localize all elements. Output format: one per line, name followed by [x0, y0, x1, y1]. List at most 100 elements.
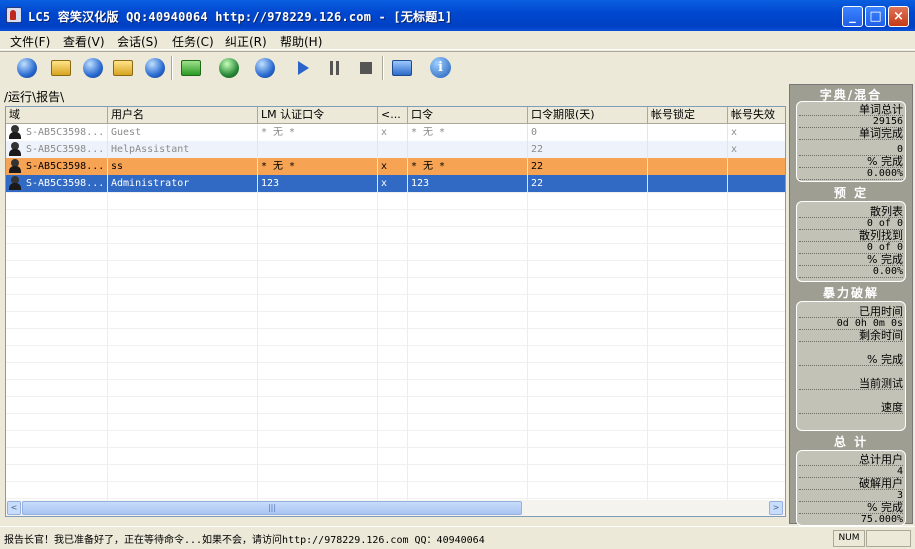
hash-found-label: 散列找到: [799, 230, 903, 242]
menu-bar: 文件(F) 查看(V) 会话(S) 任务(C) 纠正(R) 帮助(H): [0, 31, 915, 50]
cell-lm-password: * 无 *: [258, 158, 378, 175]
menu-remediate[interactable]: 纠正(R): [225, 33, 267, 50]
dict-box: 单词总计 29156 单词完成 0 % 完成 0.000%: [796, 101, 906, 182]
close-button[interactable]: ×: [888, 6, 909, 27]
precomp-header: 预 定: [833, 186, 869, 200]
menu-help[interactable]: 帮助(H): [280, 33, 322, 50]
view-tabs: /运行\报告\: [4, 88, 65, 105]
brute-header: 暴力破解: [822, 286, 879, 300]
tab-run[interactable]: 运行: [8, 88, 32, 105]
scroll-right-button[interactable]: >: [769, 501, 783, 515]
info-icon[interactable]: i: [427, 55, 453, 81]
menu-view[interactable]: 查看(V): [63, 33, 105, 50]
words-total-label: 单词总计: [799, 104, 903, 116]
precomp-pct-value: 0.00%: [799, 266, 903, 278]
remaining-label: 剩余时间: [799, 330, 903, 342]
cell-lm-less: x: [378, 175, 408, 192]
scroll-left-button[interactable]: <: [7, 501, 21, 515]
summary-pct-label: % 完成: [799, 502, 903, 514]
application-window: LC5 容笑汉化版 QQ:40940064 http://978229.126.…: [0, 0, 915, 549]
horizontal-scrollbar[interactable]: < ||| >: [6, 500, 785, 516]
col-username[interactable]: 用户名: [108, 107, 258, 124]
import-folder-icon[interactable]: [110, 55, 136, 81]
cell-locked: [648, 124, 728, 141]
cell-password: * 无 *: [408, 124, 528, 141]
elapsed-label: 已用时间: [799, 306, 903, 318]
cell-password-age: 22: [528, 175, 648, 192]
dict-pct-label: % 完成: [799, 156, 903, 168]
new-session-icon[interactable]: [14, 55, 40, 81]
cell-lm-less: x: [378, 124, 408, 141]
table-row[interactable]: S-AB5C3598... HelpAssistant 22 x: [6, 141, 785, 158]
table-row[interactable]: S-AB5C3598... Guest * 无 * x * 无 * 0 x: [6, 124, 785, 141]
maximize-button[interactable]: □: [865, 6, 886, 27]
play-icon[interactable]: [290, 55, 316, 81]
table-row[interactable]: S-AB5C3598... Administrator 123 x 123 22: [6, 175, 785, 192]
col-locked[interactable]: 帐号锁定: [648, 107, 728, 124]
window-title: LC5 容笑汉化版 QQ:40940064 http://978229.126.…: [28, 10, 453, 24]
status-message: 报告长官！我已准备好了，正在等待命令...如果不会，请访问http://9782…: [4, 535, 485, 546]
cell-password: 123: [408, 175, 528, 192]
scroll-thumb[interactable]: |||: [22, 501, 522, 515]
precomp-pct-label: % 完成: [799, 254, 903, 266]
col-password-age[interactable]: 口令期限(天): [528, 107, 648, 124]
cell-lm-less: [378, 141, 408, 158]
summary-header: 总 计: [833, 435, 869, 449]
num-lock-indicator: NUM: [833, 530, 865, 547]
summary-pct-value: 75.000%: [799, 514, 903, 525]
cell-password: [408, 141, 528, 158]
cell-domain: S-AB5C3598...: [6, 141, 108, 158]
menu-file[interactable]: 文件(F): [10, 33, 50, 50]
cell-domain: S-AB5C3598...: [6, 175, 108, 192]
brute-pct-label: % 完成: [799, 354, 903, 366]
cell-password-age: 22: [528, 141, 648, 158]
stop-icon[interactable]: [353, 55, 379, 81]
open-folder-icon[interactable]: [48, 55, 74, 81]
col-lm-less[interactable]: <...: [378, 107, 408, 124]
cell-lm-password: [258, 141, 378, 158]
download-arrow-icon[interactable]: [252, 55, 278, 81]
col-password[interactable]: 口令: [408, 107, 528, 124]
flag-icon[interactable]: [178, 55, 204, 81]
close-session-icon[interactable]: [80, 55, 106, 81]
cell-username: HelpAssistant: [108, 141, 258, 158]
dict-header: 字典/混合: [819, 88, 883, 102]
words-done-label: 单词完成: [799, 128, 903, 140]
cell-locked: [648, 158, 728, 175]
accounts-table: 域 用户名 LM 认证口令 <... 口令 口令期限(天) 帐号锁定 帐号失效 …: [5, 106, 786, 517]
minimize-button[interactable]: _: [842, 6, 863, 27]
table-row[interactable]: S-AB5C3598... ss * 无 * x * 无 * 22: [6, 158, 785, 175]
cell-locked: [648, 141, 728, 158]
menu-session[interactable]: 会话(S): [117, 33, 158, 50]
cell-disabled: x: [728, 124, 785, 141]
report-icon[interactable]: [389, 55, 415, 81]
tree-icon[interactable]: [216, 55, 242, 81]
upload-icon[interactable]: [142, 55, 168, 81]
summary-box: 总计用户 4 破解用户 3 % 完成 75.000%: [796, 450, 906, 526]
cell-lm-password: 123: [258, 175, 378, 192]
menu-task[interactable]: 任务(C): [172, 33, 214, 50]
status-bar: 报告长官！我已准备好了，正在等待命令...如果不会，请访问http://9782…: [0, 526, 915, 549]
speed-label: 速度: [799, 402, 903, 414]
cell-password-age: 22: [528, 158, 648, 175]
table-header: 域 用户名 LM 认证口令 <... 口令 口令期限(天) 帐号锁定 帐号失效: [6, 107, 785, 124]
total-users-label: 总计用户: [799, 454, 903, 466]
col-lm-password[interactable]: LM 认证口令: [258, 107, 378, 124]
title-bar[interactable]: LC5 容笑汉化版 QQ:40940064 http://978229.126.…: [0, 0, 915, 31]
cell-lm-less: x: [378, 158, 408, 175]
cell-password: * 无 *: [408, 158, 528, 175]
hash-table-label: 散列表: [799, 206, 903, 218]
brute-box: 已用时间 0d 0h 0m 0s 剩余时间 % 完成 当前测试 速度: [796, 301, 906, 431]
cell-disabled: x: [728, 141, 785, 158]
col-domain[interactable]: 域: [6, 107, 108, 124]
cell-username: ss: [108, 158, 258, 175]
resize-grip[interactable]: [866, 530, 911, 547]
cell-username: Guest: [108, 124, 258, 141]
tab-report[interactable]: 报告: [36, 88, 60, 105]
precomp-box: 散列表 0 of 0 散列找到 0 of 0 % 完成 0.00%: [796, 201, 906, 282]
app-icon[interactable]: [6, 7, 22, 23]
pause-icon[interactable]: [322, 55, 348, 81]
col-disabled[interactable]: 帐号失效: [728, 107, 785, 124]
cell-lm-password: * 无 *: [258, 124, 378, 141]
cell-disabled: [728, 158, 785, 175]
